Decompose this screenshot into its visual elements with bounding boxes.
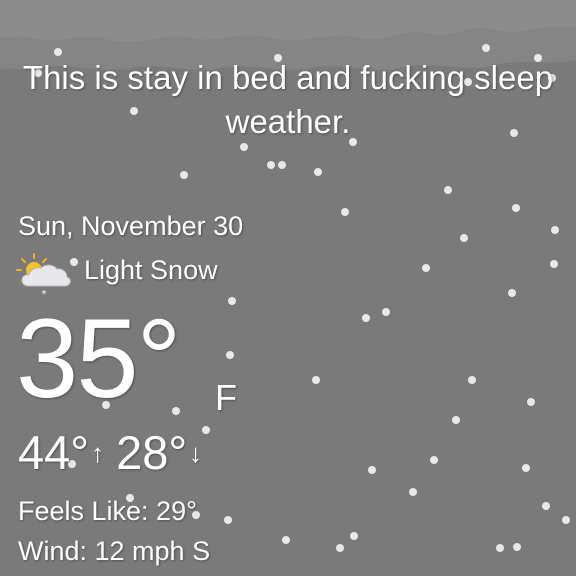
- snowflake: [282, 536, 290, 544]
- feels-like: Feels Like: 29°: [18, 496, 197, 526]
- down-arrow-icon: ↓: [189, 438, 203, 468]
- snowflake: [452, 416, 460, 424]
- condition-label: Light Snow: [84, 255, 218, 285]
- high-low-temperatures: 44° ↑ 28° ↓: [18, 424, 214, 482]
- snowflake: [226, 351, 234, 359]
- low-temperature: 28°: [116, 426, 188, 479]
- snowflake: [409, 488, 417, 496]
- condition-row: * Light Snow: [14, 252, 218, 298]
- snowflake: [312, 376, 320, 384]
- snowflake: [482, 44, 490, 52]
- snowflake: [267, 161, 275, 169]
- snowflake: [444, 186, 452, 194]
- snowflake: [527, 398, 535, 406]
- snowflake: [542, 502, 550, 510]
- snowflake: [522, 464, 530, 472]
- wind-info: Wind: 12 mph S: [18, 536, 211, 566]
- snowflake: [336, 544, 344, 552]
- snowflake: [240, 143, 248, 151]
- snowflake: [508, 289, 516, 297]
- snowflake: [460, 234, 468, 242]
- snowflake: [562, 516, 570, 524]
- snowflake: [551, 226, 559, 234]
- snowflake: [228, 297, 236, 305]
- date-label: Sun, November 30: [18, 211, 244, 241]
- up-arrow-icon: ↑: [91, 438, 105, 468]
- partly-sunny-snow-icon: *: [16, 253, 71, 298]
- headline-message: This is stay in bed and fucking sleep we…: [22, 59, 554, 140]
- snowflake: [422, 264, 430, 272]
- snowflake: [382, 308, 390, 316]
- snowflake: [314, 168, 322, 176]
- high-temperature: 44°: [18, 426, 90, 479]
- current-temperature: 35°: [16, 296, 181, 421]
- snowflake: [362, 314, 370, 322]
- snowflake: [341, 208, 349, 216]
- snowflake: [180, 171, 188, 179]
- snowflake: [350, 532, 358, 540]
- snowflake: [496, 544, 504, 552]
- snowflake: [368, 466, 376, 474]
- snowflake: [468, 376, 476, 384]
- snowflake: [430, 456, 438, 464]
- snowflake: [54, 48, 62, 56]
- snowflake: [512, 204, 520, 212]
- snowflake: [513, 543, 521, 551]
- temperature-unit: F: [215, 377, 237, 418]
- snowflake: [278, 161, 286, 169]
- snowflake: [224, 516, 232, 524]
- snowflake: [550, 260, 558, 268]
